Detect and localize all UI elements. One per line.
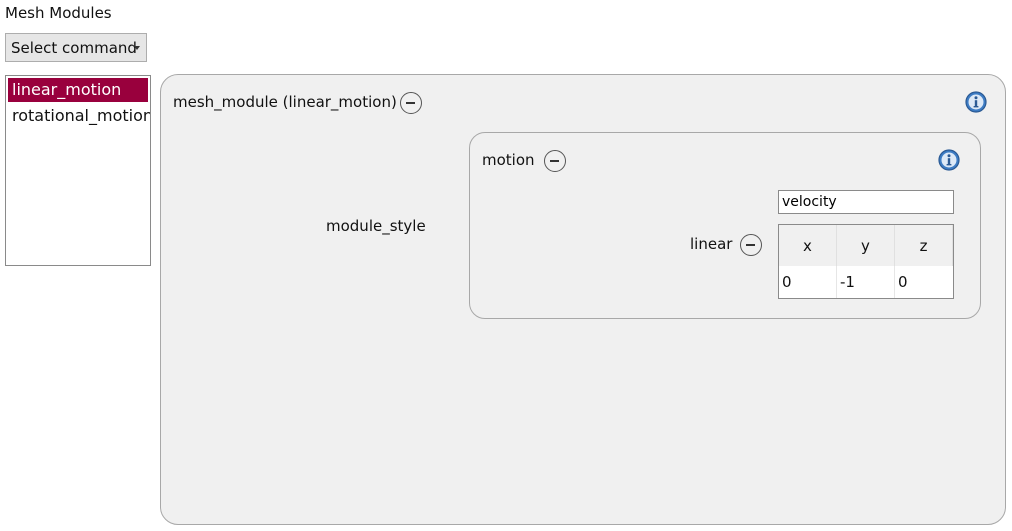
info-icon[interactable] [938,149,960,171]
collapse-mesh-module-icon[interactable] [400,92,422,114]
select-command-button[interactable]: Select command [5,33,147,62]
column-header-y: y [837,225,895,266]
vector-x-cell[interactable]: 0 [779,266,837,298]
mesh-module-panel: mesh_module (linear_motion) module_style… [160,74,1006,525]
collapse-motion-icon[interactable] [544,150,566,172]
select-command-label: Select command [11,38,137,57]
panel-title: mesh_module (linear_motion) [173,93,397,111]
column-header-x: x [779,225,837,266]
module-style-label: module_style [326,217,426,235]
vector-z-cell[interactable]: 0 [895,266,953,298]
list-item-linear-motion[interactable]: linear_motion [8,78,148,102]
list-item-rotational-motion[interactable]: rotational_motion [8,104,150,128]
linear-vector-table: x y z 0 -1 0 [778,224,954,299]
chevron-down-icon [134,46,140,50]
column-header-z: z [895,225,953,266]
linear-label: linear [690,235,733,253]
velocity-field[interactable] [778,190,954,214]
info-icon[interactable] [965,91,987,113]
vector-y-cell[interactable]: -1 [837,266,895,298]
motion-title: motion [482,151,535,169]
module-list[interactable]: linear_motion rotational_motion [5,75,151,266]
app-title: Mesh Modules [5,4,112,22]
collapse-linear-icon[interactable] [740,234,762,256]
motion-panel: motion linear x y z 0 -1 0 [469,132,981,319]
